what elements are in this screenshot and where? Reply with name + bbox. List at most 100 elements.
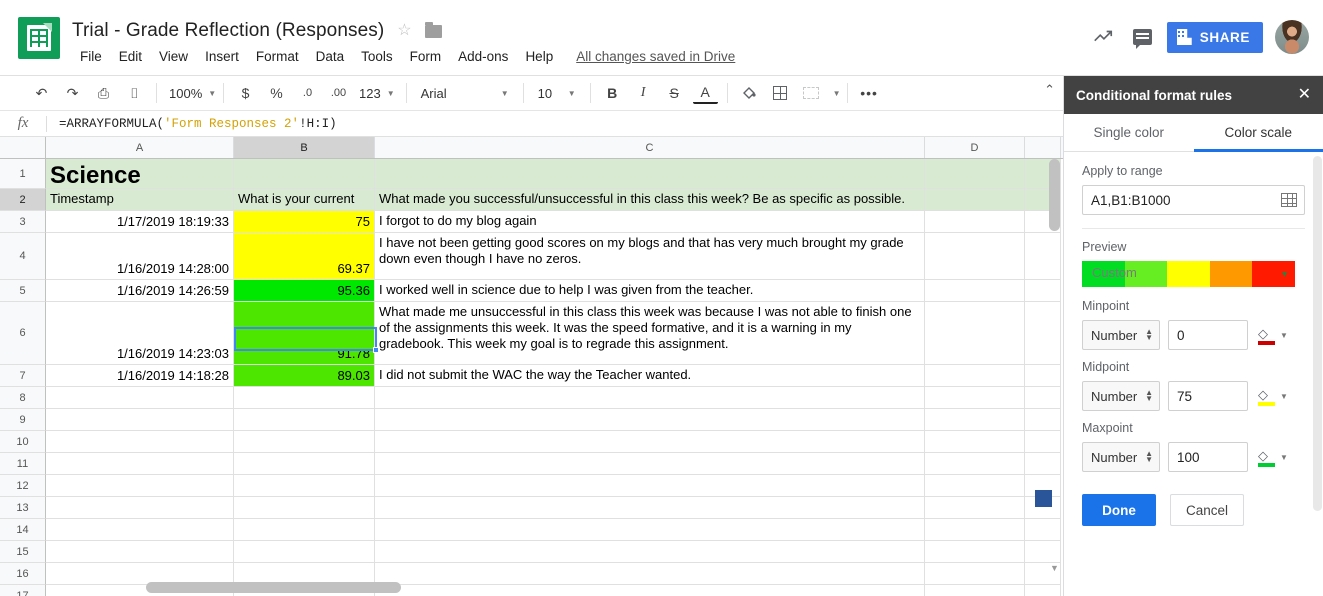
midpoint-color-button[interactable]: ◇ ▼ (1258, 386, 1288, 406)
tab-color-scale[interactable]: Color scale (1193, 114, 1323, 152)
cell-b2[interactable]: What is your current pe (234, 189, 375, 210)
cell-d4[interactable] (925, 233, 1025, 279)
tab-single-color[interactable]: Single color (1064, 114, 1194, 151)
star-icon[interactable]: ☆ (397, 23, 411, 39)
cell-c9[interactable] (375, 409, 925, 430)
cell-d11[interactable] (925, 453, 1025, 474)
print-button[interactable]: ⎙ (91, 81, 116, 106)
range-picker-icon[interactable] (1281, 193, 1297, 207)
chevron-down-icon[interactable]: ▼ (1280, 269, 1289, 279)
column-header-d[interactable]: D (925, 137, 1025, 158)
column-header-b[interactable]: B (234, 137, 375, 158)
menu-view[interactable]: View (151, 47, 196, 66)
cell-d9[interactable] (925, 409, 1025, 430)
share-button[interactable]: SHARE (1166, 21, 1263, 53)
cancel-button[interactable]: Cancel (1170, 494, 1244, 526)
cell-b6[interactable]: 91.78 (234, 302, 375, 364)
cell-d8[interactable] (925, 387, 1025, 408)
cell-a7[interactable]: 1/16/2019 14:18:28 (46, 365, 234, 386)
cell-a14[interactable] (46, 519, 234, 540)
menu-insert[interactable]: Insert (197, 47, 247, 66)
cell-c1[interactable] (375, 159, 925, 188)
cell-a9[interactable] (46, 409, 234, 430)
folder-icon[interactable] (424, 21, 442, 38)
cell-b12[interactable] (234, 475, 375, 496)
cell-d6[interactable] (925, 302, 1025, 364)
merge-dropdown-caret[interactable]: ▼ (833, 89, 841, 98)
strikethrough-button[interactable]: S (662, 81, 687, 106)
cell-d12[interactable] (925, 475, 1025, 496)
avatar[interactable] (1275, 20, 1309, 54)
menu-help[interactable]: Help (517, 47, 561, 66)
cell-a13[interactable] (46, 497, 234, 518)
maxpoint-type-select[interactable]: Number ▲ ▼ (1082, 442, 1160, 472)
borders-icon[interactable] (768, 81, 793, 106)
cell-c5[interactable]: I worked well in science due to help I w… (375, 280, 925, 301)
maxpoint-color-button[interactable]: ◇ ▼ (1258, 447, 1288, 467)
horizontal-scroll-thumb[interactable] (146, 582, 401, 593)
menu-edit[interactable]: Edit (111, 47, 150, 66)
horizontal-scrollbar[interactable] (46, 581, 1045, 594)
row-header-4[interactable]: 4 (0, 233, 46, 280)
paint-format-button[interactable]: ⌷ (122, 81, 147, 106)
chevron-down-icon[interactable]: ▼ (1280, 453, 1288, 462)
row-header-9[interactable]: 9 (0, 409, 46, 431)
row-header-1[interactable]: 1 (0, 159, 46, 189)
row-header-7[interactable]: 7 (0, 365, 46, 387)
cell-c13[interactable] (375, 497, 925, 518)
increase-decimal-button[interactable]: .00 (326, 81, 351, 106)
midpoint-value-input[interactable] (1168, 381, 1248, 411)
cell-c8[interactable] (375, 387, 925, 408)
vertical-scroll-thumb[interactable] (1049, 159, 1060, 231)
cell-c14[interactable] (375, 519, 925, 540)
cell-a3[interactable]: 1/17/2019 18:19:33 (46, 211, 234, 232)
cell-c11[interactable] (375, 453, 925, 474)
cell-a11[interactable] (46, 453, 234, 474)
text-color-button[interactable]: A (692, 83, 718, 104)
cell-a5[interactable]: 1/16/2019 14:26:59 (46, 280, 234, 301)
done-button[interactable]: Done (1082, 494, 1156, 526)
cell-c10[interactable] (375, 431, 925, 452)
decrease-decimal-button[interactable]: .0 (295, 81, 320, 106)
save-status-link[interactable]: All changes saved in Drive (576, 49, 735, 64)
menu-tools[interactable]: Tools (353, 47, 401, 66)
menu-data[interactable]: Data (308, 47, 353, 66)
percent-button[interactable]: % (264, 81, 289, 106)
row-header-12[interactable]: 12 (0, 475, 46, 497)
number-format-dropdown[interactable]: 123 ▼ (354, 81, 400, 106)
undo-button[interactable]: ↶ (29, 81, 54, 106)
redo-button[interactable]: ↷ (60, 81, 85, 106)
column-header-e[interactable] (1025, 137, 1061, 158)
cell-b8[interactable] (234, 387, 375, 408)
cell-c3[interactable]: I forgot to do my blog again (375, 211, 925, 232)
row-header-3[interactable]: 3 (0, 211, 46, 233)
merge-cells-icon[interactable] (799, 81, 824, 106)
cell-b1[interactable] (234, 159, 375, 188)
formula-input[interactable]: =ARRAYFORMULA('Form Responses 2'!H:I) (47, 117, 1063, 131)
row-header-17[interactable]: 17 (0, 585, 46, 596)
color-scale-preview[interactable]: Custom ▼ (1082, 261, 1295, 287)
vertical-scrollbar[interactable]: ▼ (1048, 159, 1061, 575)
cell-b7[interactable]: 89.03 (234, 365, 375, 386)
cell-b5[interactable]: 95.36 (234, 280, 375, 301)
row-header-5[interactable]: 5 (0, 280, 46, 302)
cell-d15[interactable] (925, 541, 1025, 562)
fill-handle[interactable] (373, 347, 379, 353)
zoom-dropdown[interactable]: 100% ▼ (163, 81, 217, 106)
sidebar-scrollbar[interactable] (1313, 156, 1322, 511)
cell-a6[interactable]: 1/16/2019 14:23:03 (46, 302, 234, 364)
cell-d2[interactable] (925, 189, 1025, 210)
chevron-down-icon[interactable]: ▼ (1280, 331, 1288, 340)
row-header-2[interactable]: 2 (0, 189, 46, 211)
midpoint-type-select[interactable]: Number ▲ ▼ (1082, 381, 1160, 411)
chevron-down-icon[interactable]: ▼ (1280, 392, 1288, 401)
select-all-corner[interactable] (0, 137, 46, 158)
font-family-dropdown[interactable]: Arial ▼ (413, 81, 517, 106)
cell-b13[interactable] (234, 497, 375, 518)
cell-a1[interactable]: Science (46, 159, 234, 188)
cell-a10[interactable] (46, 431, 234, 452)
cell-b15[interactable] (234, 541, 375, 562)
cell-d3[interactable] (925, 211, 1025, 232)
minpoint-color-button[interactable]: ◇ ▼ (1258, 325, 1288, 345)
cell-c7[interactable]: I did not submit the WAC the way the Tea… (375, 365, 925, 386)
